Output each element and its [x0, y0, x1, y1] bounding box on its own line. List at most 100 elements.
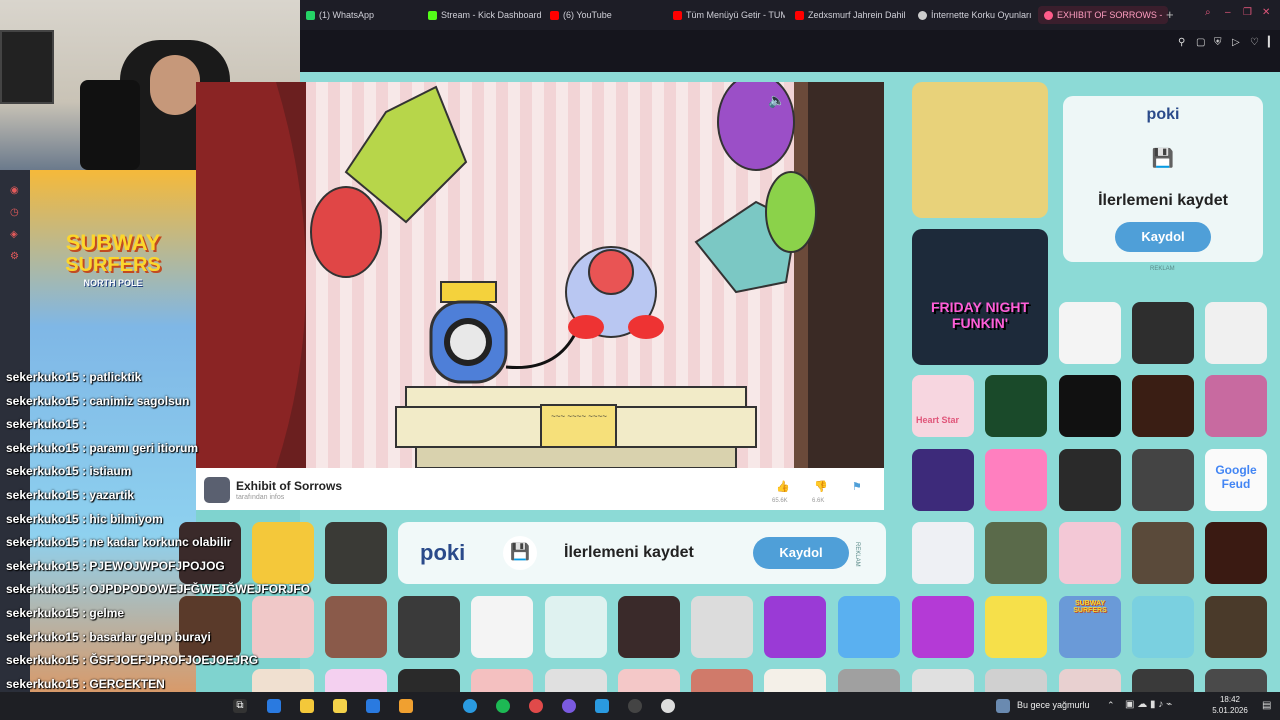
game-thumb-google-feud[interactable]: Google Feud: [1205, 449, 1267, 511]
chat-username[interactable]: sekerkuko15: [6, 559, 79, 573]
heart-icon[interactable]: ♡: [1250, 38, 1260, 48]
game-thumb-doll[interactable]: [1059, 522, 1121, 584]
chat-username[interactable]: sekerkuko15: [6, 535, 79, 549]
settings-icon[interactable]: ⚙: [10, 252, 20, 262]
app-white-icon[interactable]: [661, 699, 675, 713]
tag-icon[interactable]: ◈: [10, 230, 20, 240]
app-orange-icon[interactable]: [399, 699, 413, 713]
game-thumb-blank[interactable]: [912, 522, 974, 584]
game-thumb-smile[interactable]: [985, 375, 1047, 437]
pin-icon[interactable]: ⚲: [1178, 38, 1188, 48]
mail-icon[interactable]: [366, 699, 380, 713]
like-icon[interactable]: 👍: [776, 480, 790, 493]
chat-username[interactable]: sekerkuko15: [6, 464, 79, 478]
game-thumb-house[interactable]: [1205, 522, 1267, 584]
minimize-icon[interactable]: –: [1225, 8, 1235, 18]
chat-username[interactable]: sekerkuko15: [6, 653, 79, 667]
flag-icon[interactable]: ⚑: [852, 480, 862, 493]
game-thumb-wardrobe[interactable]: [1205, 596, 1267, 658]
sidebar-icon[interactable]: ▎: [1268, 38, 1278, 48]
game-thumb-stickman[interactable]: [1059, 302, 1121, 364]
discord-icon[interactable]: [562, 699, 576, 713]
tab-exhibit-of-sorrows[interactable]: EXHIBIT OF SORROWS -: [1038, 6, 1168, 24]
game-thumb-ghost[interactable]: [1059, 449, 1121, 511]
game-thumb-monkey[interactable]: [1132, 596, 1194, 658]
chat-username[interactable]: sekerkuko15: [6, 512, 79, 526]
game-thumb-portrait[interactable]: [325, 522, 387, 584]
shield-icon[interactable]: ⛨: [1214, 38, 1224, 48]
obs-icon[interactable]: [628, 699, 642, 713]
game-thumb-twins[interactable]: [985, 522, 1047, 584]
game-thumb-partial-9[interactable]: [838, 669, 900, 692]
chat-username[interactable]: sekerkuko15: [6, 370, 79, 384]
game-thumb-subway[interactable]: SUBWAY SURFERS: [1059, 596, 1121, 658]
telegram-icon[interactable]: [595, 699, 609, 713]
game-thumb-partial-6[interactable]: [618, 669, 680, 692]
dislike-icon[interactable]: 👎: [814, 480, 828, 493]
tray-chevron-icon[interactable]: ⌃: [1107, 700, 1115, 711]
task-view-icon[interactable]: ⧉: [233, 699, 247, 713]
game-thumb-santa[interactable]: [838, 596, 900, 658]
chat-username[interactable]: sekerkuko15: [6, 488, 79, 502]
screenshot-icon[interactable]: ▢: [1196, 38, 1206, 48]
tab-youtube-menu[interactable]: Tüm Menüyü Getir - TUM: [673, 6, 785, 24]
game-thumb-granny[interactable]: [1132, 522, 1194, 584]
play-icon[interactable]: ▷: [1232, 38, 1242, 48]
game-thumb-princess[interactable]: [1205, 375, 1267, 437]
game-thumb-partial-12[interactable]: [1059, 669, 1121, 692]
spotify-icon[interactable]: [496, 699, 510, 713]
tab-whatsapp[interactable]: (1) WhatsApp: [306, 6, 421, 24]
game-thumb-partial-10[interactable]: [912, 669, 974, 692]
copilot-icon[interactable]: [267, 699, 281, 713]
game-thumb-snake[interactable]: [985, 596, 1047, 658]
game-thumb-cook[interactable]: [325, 596, 387, 658]
chat-username[interactable]: sekerkuko15: [6, 606, 79, 620]
game-thumb-spiderman[interactable]: [912, 596, 974, 658]
game-thumb-partial-13[interactable]: [1132, 669, 1194, 692]
tray-icons[interactable]: ▣ ☁ ▮ ♪ ⌁: [1125, 699, 1172, 710]
notes-icon[interactable]: [333, 699, 347, 713]
game-thumb-purple-monster[interactable]: [764, 596, 826, 658]
game-thumb-fnf[interactable]: FRIDAY NIGHT FUNKIN': [912, 229, 1048, 365]
chat-username[interactable]: sekerkuko15: [6, 677, 79, 691]
file-explorer-icon[interactable]: [300, 699, 314, 713]
maximize-icon[interactable]: ❐: [1243, 8, 1253, 18]
game-thumb-planet[interactable]: [1132, 375, 1194, 437]
game-thumb-slender[interactable]: [1132, 449, 1194, 511]
game-thumb-partial-14[interactable]: [1205, 669, 1267, 692]
new-tab-button[interactable]: +: [1166, 6, 1178, 24]
game-thumb-detective[interactable]: [618, 596, 680, 658]
game-thumb-partial-7[interactable]: [691, 669, 753, 692]
game-thumb-partial-3[interactable]: [398, 669, 460, 692]
search-icon[interactable]: ⌕: [1205, 8, 1215, 18]
game-thumb-creepy[interactable]: [912, 82, 1048, 218]
game-thumb-partial-8[interactable]: [764, 669, 826, 692]
game-thumb-partial-11[interactable]: [985, 669, 1047, 692]
game-thumb-partial-4[interactable]: [471, 669, 533, 692]
game-thumb-old-photo[interactable]: [398, 596, 460, 658]
record-icon[interactable]: ◉: [10, 186, 20, 196]
chat-username[interactable]: sekerkuko15: [6, 441, 79, 455]
tab-youtube[interactable]: (6) YouTube: [550, 6, 665, 24]
game-thumb-heart-star[interactable]: Heart Star: [912, 375, 974, 437]
game-thumb-lips[interactable]: [1205, 302, 1267, 364]
sound-icon[interactable]: 🔈: [768, 92, 785, 108]
tab-horror-games[interactable]: İnternette Korku Oyunları: [918, 6, 1033, 24]
game-thumb-huggy[interactable]: [912, 449, 974, 511]
clock-icon[interactable]: ◷: [10, 208, 20, 218]
game-thumb-stick-jail[interactable]: [471, 596, 533, 658]
game-thumb-computer[interactable]: [691, 596, 753, 658]
kaydol-button[interactable]: Kaydol: [1115, 222, 1211, 252]
tab-youtube-zedx[interactable]: Zedxsmurf Jahrein Dahil: [795, 6, 907, 24]
close-icon[interactable]: ✕: [1262, 8, 1272, 18]
edge-icon[interactable]: [463, 699, 477, 713]
game-thumb-dark[interactable]: [1059, 375, 1121, 437]
chat-username[interactable]: sekerkuko15: [6, 630, 79, 644]
chat-username[interactable]: sekerkuko15: [6, 417, 79, 431]
game-thumb-monster[interactable]: [1132, 302, 1194, 364]
notification-icon[interactable]: ▤: [1262, 700, 1271, 711]
chat-username[interactable]: sekerkuko15: [6, 582, 79, 596]
game-thumb-partial-5[interactable]: [545, 669, 607, 692]
game-thumb-partial-2[interactable]: [325, 669, 387, 692]
kaydol-banner-button[interactable]: Kaydol: [753, 537, 849, 569]
